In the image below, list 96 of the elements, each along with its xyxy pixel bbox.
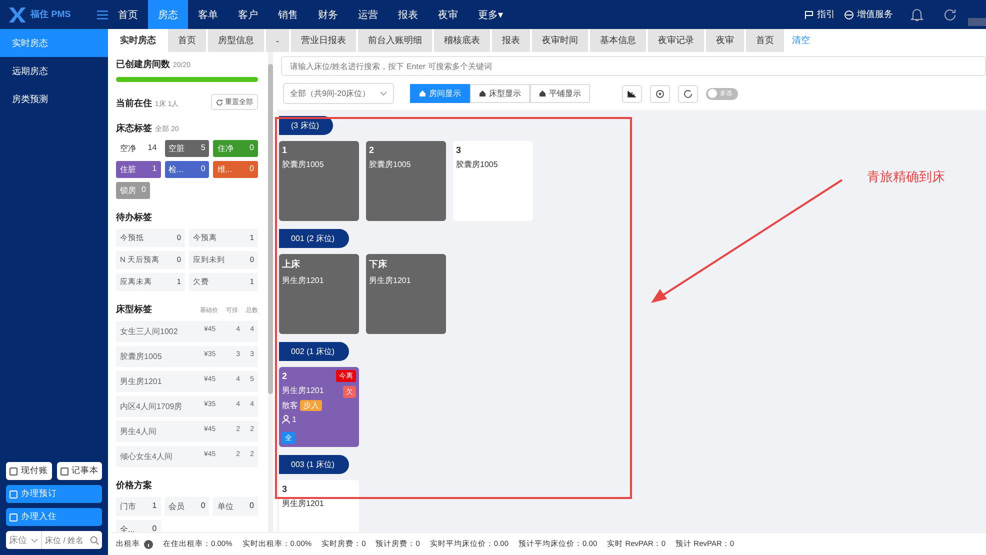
room-filter-dropdown[interactable]: 全部（共9间-20床位）: [283, 83, 394, 104]
page-tab[interactable]: 夜审时间: [532, 29, 588, 52]
guest-type: 散客: [282, 400, 298, 411]
bed-card[interactable]: 3 胶囊房1005: [453, 141, 533, 221]
person-icon: [282, 415, 290, 424]
status-tag[interactable]: 住脏 1: [116, 161, 161, 178]
nav-item[interactable]: 运营: [348, 0, 388, 29]
nav-item[interactable]: 夜审: [428, 0, 468, 29]
room-name: 胶囊房1005: [282, 159, 324, 170]
chevron-down-icon: [31, 538, 38, 542]
annotation-text: 青旅精确到床: [867, 168, 945, 186]
status-tag[interactable]: 空脏 5: [164, 140, 210, 157]
bed-card[interactable]: 上床 男生房1201: [279, 254, 359, 334]
price-plan-tag[interactable]: 会员 0: [164, 497, 210, 516]
chart-icon[interactable]: [622, 84, 642, 102]
room-name: 男生房1201: [282, 498, 324, 509]
button-icon: [9, 466, 18, 476]
bed-card[interactable]: 3 男生房1201: [279, 480, 359, 532]
page-tab[interactable]: 首页: [168, 29, 206, 52]
page-tab[interactable]: 房型信息: [208, 29, 264, 52]
search-field[interactable]: 请输入床位/姓名进行搜索，按下 Enter 可搜索多个关键词: [281, 56, 986, 76]
refresh-icon: [216, 98, 223, 106]
bed-name: 3: [282, 484, 288, 494]
price-plan-tag[interactable]: 单位 0: [213, 497, 258, 516]
bell-icon[interactable]: [910, 7, 924, 22]
price-plan-tag[interactable]: 门市 1: [116, 497, 161, 516]
bed-name: 1: [282, 145, 288, 155]
section-title: 床型标签: [116, 303, 152, 316]
button-icon: [9, 512, 18, 522]
room-name: 胶囊房1005: [456, 159, 498, 170]
room-name: 胶囊房1005: [369, 159, 411, 170]
room-name: 男生房1201: [282, 275, 324, 286]
room-header: 003 (1 床位): [279, 455, 349, 474]
logo-icon: [8, 6, 27, 24]
status-tag[interactable]: 住净 0: [213, 140, 258, 157]
button-icon: [60, 466, 68, 476]
room-name: 男生房1201: [282, 385, 324, 396]
section-title: 价格方案: [116, 479, 152, 492]
house-icon: [419, 90, 426, 97]
bed-card[interactable]: 下床 男生房1201: [366, 254, 446, 334]
room-header: 001 (2 床位): [279, 229, 349, 248]
nav-item[interactable]: 销售: [268, 0, 308, 29]
services-link[interactable]: 增值服务: [857, 8, 893, 21]
settings-icon[interactable]: [650, 84, 670, 102]
bed-search-field[interactable]: 床位 / 姓名: [42, 531, 102, 549]
bed-name: 下床: [369, 258, 387, 271]
sidebar-item[interactable]: 房类预测: [0, 85, 108, 113]
bed-card[interactable]: 2 胶囊房1005: [366, 141, 446, 221]
nav-item[interactable]: 财务: [308, 0, 348, 29]
info-icon: [144, 540, 153, 548]
section-title: 当前在住: [116, 96, 152, 110]
house-icon: [539, 90, 546, 97]
button-icon: [9, 490, 18, 498]
page-tab[interactable]: 前台入账明细: [358, 29, 432, 52]
room-name: 男生房1201: [369, 275, 411, 286]
sidebar-item[interactable]: 远期房态: [0, 57, 108, 85]
nav-item[interactable]: 更多▾: [468, 0, 514, 29]
view-toggle[interactable]: 床型显示: [470, 84, 530, 103]
flag-icon: [804, 10, 814, 20]
section-title: 床态标签: [116, 122, 152, 135]
guide-link[interactable]: 指引: [817, 8, 835, 21]
section-title: 已创建房间数: [116, 58, 170, 71]
view-toggle[interactable]: 平铺显示: [530, 84, 590, 103]
nav-item[interactable]: 报表: [388, 0, 428, 29]
bed-name: 2: [282, 371, 288, 381]
bed-name: 3: [456, 145, 462, 155]
page-tab[interactable]: 稽核底表: [434, 29, 490, 52]
page-tab[interactable]: 夜审记录: [648, 29, 704, 52]
bed-card[interactable]: 1 胶囊房1005: [279, 141, 359, 221]
room-header: 002 (1 床位): [279, 342, 349, 361]
page-tab[interactable]: 基本信息: [590, 29, 646, 52]
search-type-dropdown[interactable]: 床位: [6, 531, 42, 549]
status-tag[interactable]: 维... 0: [213, 161, 258, 178]
menu-icon[interactable]: [96, 10, 108, 20]
bed-name: 上床: [282, 258, 300, 271]
tool-button[interactable]: 记事本: [56, 462, 102, 480]
brand-name: 福住 PMS: [30, 8, 71, 21]
nav-item[interactable]: 首页: [108, 0, 148, 29]
page-tab[interactable]: 首页: [746, 29, 784, 52]
nav-item[interactable]: 客户: [228, 0, 268, 29]
section-title: 待办标签: [116, 211, 152, 224]
refresh-icon[interactable]: [678, 84, 698, 102]
guest-count: 1: [292, 415, 296, 424]
page-tab[interactable]: 营业日报表: [291, 29, 356, 52]
chevron-down-icon: [380, 91, 388, 96]
refresh-icon[interactable]: [943, 8, 957, 22]
page-tab[interactable]: -: [266, 29, 289, 52]
page-tab[interactable]: 夜审: [706, 29, 744, 52]
page-tab[interactable]: 报表: [492, 29, 530, 52]
source-tag: 步入: [300, 400, 322, 411]
nav-item[interactable]: 客单: [188, 0, 228, 29]
tool-button[interactable]: 现付账: [6, 462, 52, 480]
status-tag[interactable]: 检... 0: [164, 161, 210, 178]
bed-name: 2: [369, 145, 374, 155]
house-icon: [479, 90, 486, 97]
search-icon: [90, 536, 99, 545]
